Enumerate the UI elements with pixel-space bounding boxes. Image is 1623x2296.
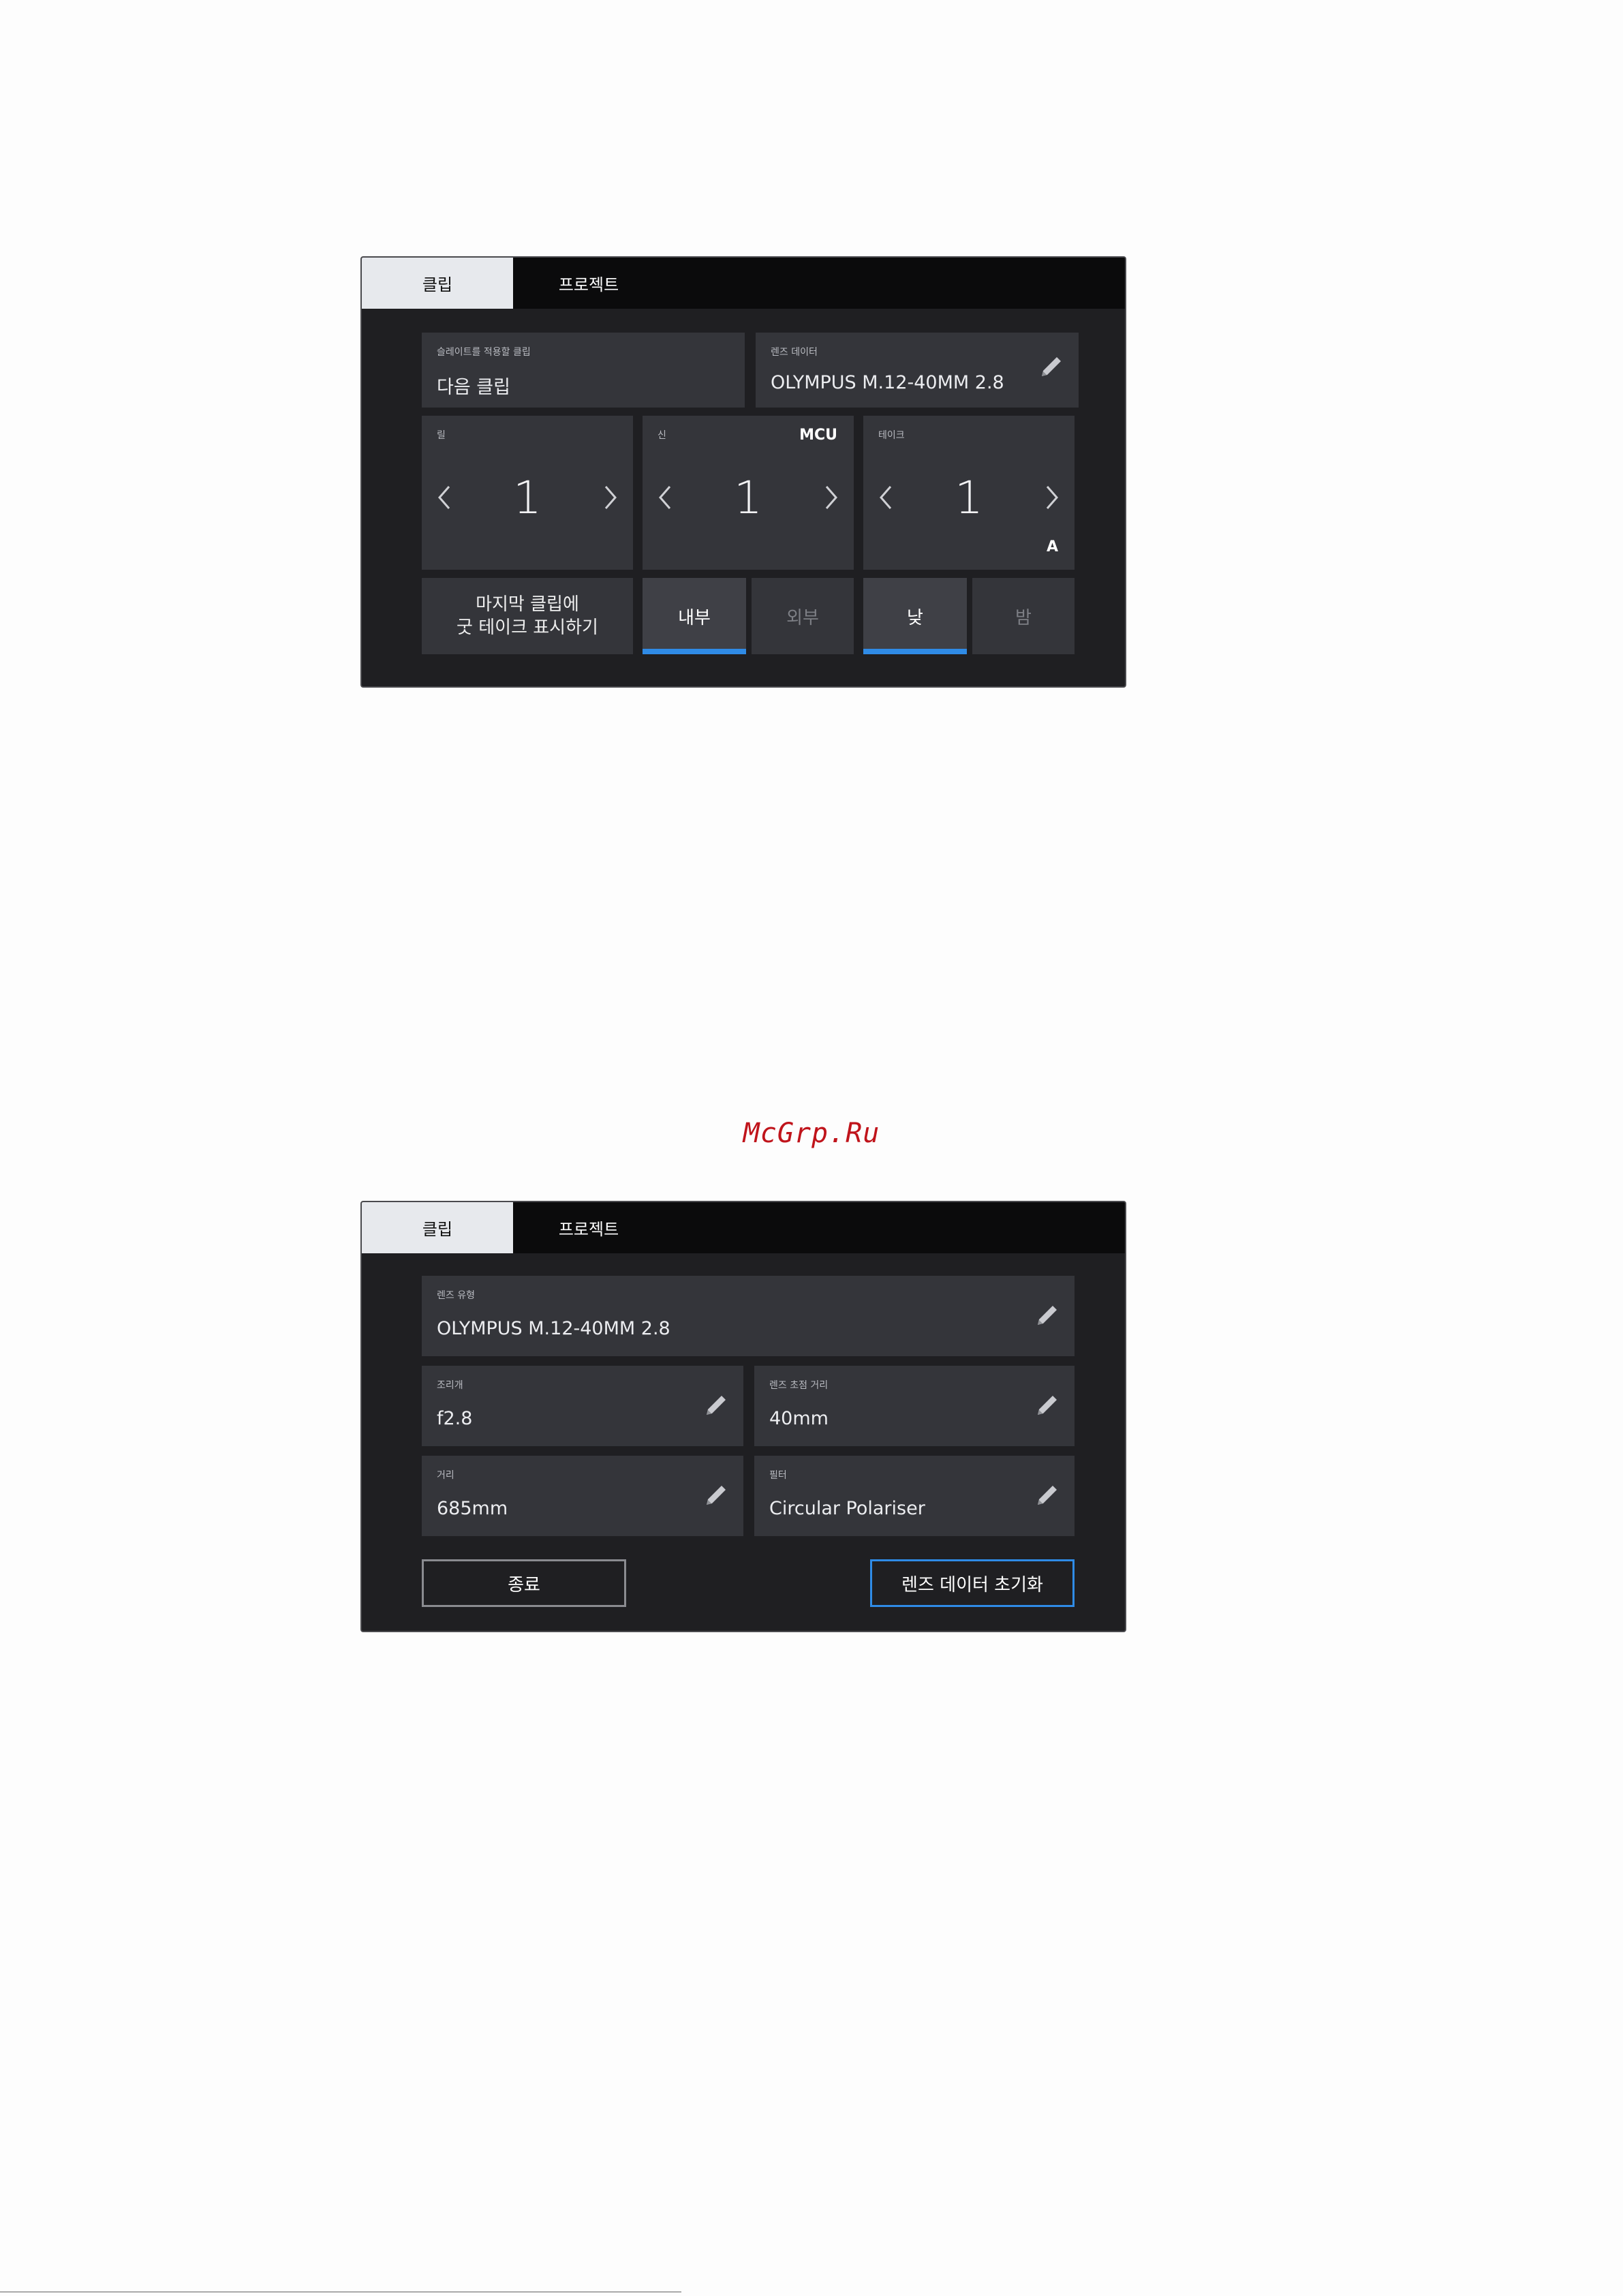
good-take-line1: 마지막 클립에 xyxy=(476,594,579,615)
reel-label: 릴 xyxy=(437,430,446,441)
watermark-text: McGrp.Ru xyxy=(743,1118,880,1149)
take-stepper: 테이크 1 A xyxy=(863,416,1075,570)
pencil-icon[interactable] xyxy=(1038,353,1065,380)
pencil-icon[interactable] xyxy=(702,1482,730,1509)
iris-label: 조리개 xyxy=(437,1380,463,1391)
chevron-right-icon[interactable] xyxy=(821,484,841,511)
iris-field[interactable]: 조리개 f2.8 xyxy=(422,1366,743,1446)
day-label: 낮 xyxy=(907,607,923,628)
lens-type-label: 렌즈 유형 xyxy=(437,1290,475,1301)
night-label: 밤 xyxy=(1015,607,1032,628)
tab-bar: 클립 프로젝트 xyxy=(362,1202,1125,1253)
lens-data-label: 렌즈 데이터 xyxy=(771,347,818,358)
focal-length-value: 40mm xyxy=(769,1408,829,1429)
lens-data-screen: 클립 프로젝트 렌즈 유형 OLYMPUS M.12-40MM 2.8 조리개 … xyxy=(360,1201,1126,1632)
lens-data-field[interactable]: 렌즈 데이터 OLYMPUS M.12-40MM 2.8 xyxy=(756,333,1079,408)
tab-project[interactable]: 프로젝트 xyxy=(513,258,664,309)
distance-value: 685mm xyxy=(437,1498,508,1519)
slate-target-label: 슬레이트를 적용할 클립 xyxy=(437,347,531,358)
pencil-icon[interactable] xyxy=(1034,1392,1061,1419)
tab-project[interactable]: 프로젝트 xyxy=(513,1202,664,1253)
reset-lens-data-button[interactable]: 렌즈 데이터 초기화 xyxy=(870,1559,1075,1607)
tab-bar: 클립 프로젝트 xyxy=(362,258,1125,309)
reel-stepper: 릴 1 xyxy=(422,416,633,570)
slate-target-value: 다음 클립 xyxy=(437,377,510,398)
filter-field[interactable]: 필터 Circular Polariser xyxy=(754,1456,1075,1536)
focal-length-field[interactable]: 렌즈 초점 거리 40mm xyxy=(754,1366,1075,1446)
slate-clip-screen: 클립 프로젝트 슬레이트를 적용할 클립 다음 클립 렌즈 데이터 OLYMPU… xyxy=(360,256,1126,688)
scene-label: 신 xyxy=(658,430,666,441)
good-take-line2: 굿 테이크 표시하기 xyxy=(457,617,598,638)
lens-type-value: OLYMPUS M.12-40MM 2.8 xyxy=(437,1318,670,1339)
lens-data-value: OLYMPUS M.12-40MM 2.8 xyxy=(771,372,1004,393)
scene-shot-badge[interactable]: MCU xyxy=(799,427,837,444)
tab-clip[interactable]: 클립 xyxy=(362,1202,513,1253)
distance-field[interactable]: 거리 685mm xyxy=(422,1456,743,1536)
night-toggle[interactable]: 밤 xyxy=(972,578,1075,654)
filter-value: Circular Polariser xyxy=(769,1498,925,1519)
scene-stepper: 신 MCU 1 xyxy=(643,416,854,570)
take-label: 테이크 xyxy=(878,430,905,441)
distance-label: 거리 xyxy=(437,1470,454,1481)
good-take-button[interactable]: 마지막 클립에 굿 테이크 표시하기 xyxy=(422,578,633,654)
exterior-toggle[interactable]: 외부 xyxy=(752,578,854,654)
selected-indicator xyxy=(643,649,746,654)
iris-value: f2.8 xyxy=(437,1408,473,1429)
pencil-icon[interactable] xyxy=(702,1392,730,1419)
done-button[interactable]: 종료 xyxy=(422,1559,626,1607)
filter-label: 필터 xyxy=(769,1470,787,1481)
focal-length-label: 렌즈 초점 거리 xyxy=(769,1380,829,1391)
interior-label: 내부 xyxy=(678,607,711,628)
chevron-right-icon[interactable] xyxy=(600,484,621,511)
lens-type-field[interactable]: 렌즈 유형 OLYMPUS M.12-40MM 2.8 xyxy=(422,1276,1075,1356)
pencil-icon[interactable] xyxy=(1034,1482,1061,1509)
interior-toggle[interactable]: 내부 xyxy=(643,578,746,654)
chevron-right-icon[interactable] xyxy=(1042,484,1062,511)
tab-clip[interactable]: 클립 xyxy=(362,258,513,309)
pencil-icon[interactable] xyxy=(1034,1302,1061,1329)
slate-target-field[interactable]: 슬레이트를 적용할 클립 다음 클립 xyxy=(422,333,745,408)
exterior-label: 외부 xyxy=(786,607,819,628)
take-letter-badge: A xyxy=(1046,538,1058,555)
footer-divider xyxy=(0,2291,681,2293)
selected-indicator xyxy=(863,649,967,654)
day-toggle[interactable]: 낮 xyxy=(863,578,967,654)
